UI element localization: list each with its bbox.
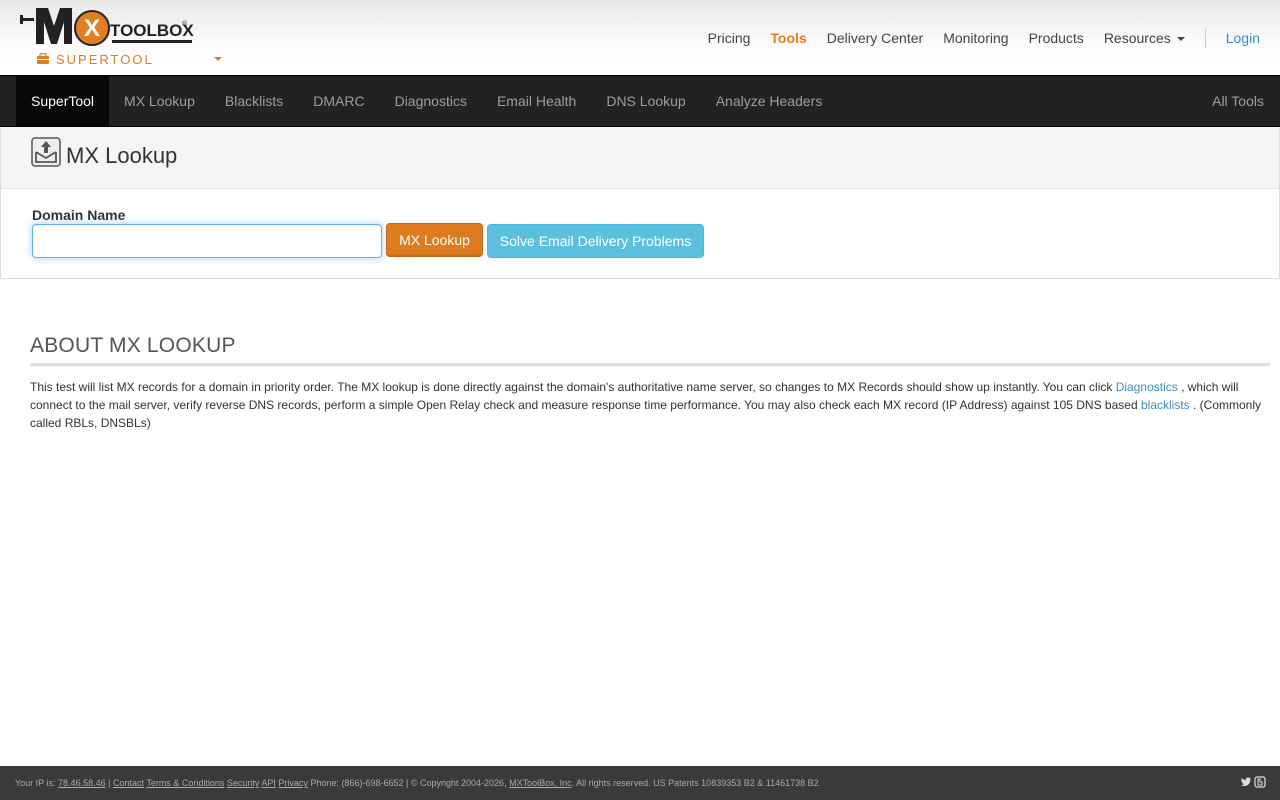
tool-tab-email-health[interactable]: Email Health [482,76,591,126]
nav-resources[interactable]: Resources [1104,30,1185,46]
nav-products[interactable]: Products [1029,30,1084,46]
nav-monitoring[interactable]: Monitoring [943,30,1008,46]
blog-icon[interactable] [1254,776,1266,788]
tool-tab-analyze-headers[interactable]: Analyze Headers [701,76,838,126]
nav-resources-label: Resources [1103,30,1171,46]
privacy-link[interactable]: Privacy [278,778,308,788]
nav-divider [1204,28,1206,48]
tool-tab-dns-lookup[interactable]: DNS Lookup [591,76,700,126]
supertool-label: SUPERTOOL [56,51,154,67]
api-link[interactable]: API [261,778,276,788]
about-text: This test will list MX records for a dom… [30,378,1270,432]
about-section: ABOUT MX LOOKUP This test will list MX r… [30,334,1270,432]
site-header: X TOOLBOX ® SUPERTOOL Pricing Tools Deli… [0,0,1280,75]
site-footer: Your IP is: 78.46.58.46 | Contact Terms … [0,766,1280,800]
rights-text: . All rights reserved. US Patents 108393… [571,778,819,788]
tool-tab-blacklists[interactable]: Blacklists [210,76,298,126]
tool-tab-dmarc[interactable]: DMARC [298,76,379,126]
nav-delivery-center[interactable]: Delivery Center [827,30,923,46]
all-tools-link[interactable]: All Tools [1212,76,1264,126]
svg-text:X: X [84,15,100,42]
domain-name-input[interactable] [32,224,382,258]
nav-pricing[interactable]: Pricing [708,30,751,46]
diagnostics-link[interactable]: Diagnostics [1116,380,1178,394]
footer-info: Your IP is: 78.46.58.46 | Contact Terms … [15,778,819,788]
twitter-icon[interactable] [1240,776,1252,788]
company-link[interactable]: MXToolBox, Inc [509,778,572,788]
domain-name-label: Domain Name [32,207,126,223]
security-link[interactable]: Security [227,778,260,788]
tool-nav-list: SuperTool MX Lookup Blacklists DMARC Diagnos… [16,76,837,126]
tool-tab-supertool[interactable]: SuperTool [16,76,110,126]
mx-lookup-button[interactable]: MX Lookup [386,223,483,257]
blacklists-link[interactable]: blacklists [1141,398,1190,412]
ip-link[interactable]: 78.46.58.46 [58,778,106,788]
tool-nav: SuperTool MX Lookup Blacklists DMARC Diagnos… [0,75,1280,127]
toolbox-icon [37,53,49,64]
about-text-part1: This test will list MX records for a dom… [30,380,1113,394]
envelope-upload-icon [31,137,61,167]
top-nav: Pricing Tools Delivery Center Monitoring… [688,28,1260,48]
lookup-panel: MX Lookup Domain Name MX Lookup Solve Em… [0,127,1280,279]
about-heading: ABOUT MX LOOKUP [30,334,1270,366]
chevron-down-icon [214,57,222,61]
solve-email-delivery-button[interactable]: Solve Email Delivery Problems [487,224,704,258]
page-title: MX Lookup [66,143,178,168]
tool-tab-mx-lookup[interactable]: MX Lookup [109,76,210,126]
copyright-text: © Copyright 2004-2026, [410,778,507,788]
supertool-dropdown[interactable]: SUPERTOOL [36,50,226,68]
ip-label: Your IP is: [15,778,56,788]
svg-text:®: ® [182,20,188,28]
phone-text: Phone: (866)-698-6652 [310,778,404,788]
panel-heading: MX Lookup [1,127,1279,189]
terms-link[interactable]: Terms & Conditions [146,778,224,788]
social-icons [1238,776,1266,788]
caret-down-icon [1176,37,1185,42]
tool-tab-diagnostics[interactable]: Diagnostics [380,76,482,126]
nav-tools[interactable]: Tools [770,30,806,46]
mxtoolbox-logo[interactable]: X TOOLBOX ® [20,6,195,48]
login-link[interactable]: Login [1226,30,1260,46]
contact-link[interactable]: Contact [113,778,144,788]
